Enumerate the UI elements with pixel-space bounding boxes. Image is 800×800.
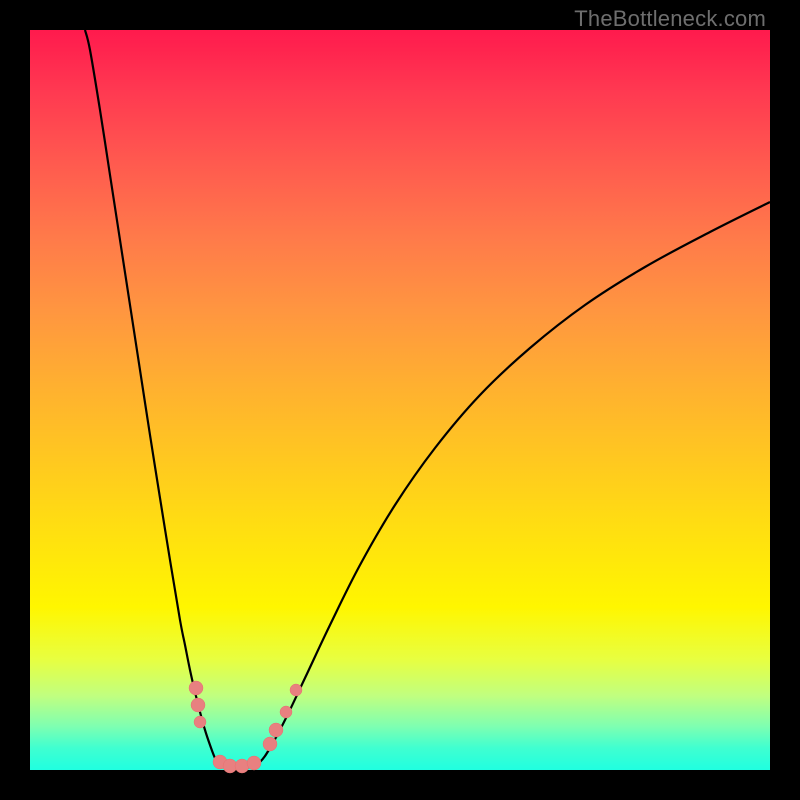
data-marker [191, 698, 205, 712]
curve-layer [30, 30, 770, 770]
chart-frame: TheBottleneck.com [0, 0, 800, 800]
data-marker [269, 723, 283, 737]
marker-group [189, 681, 302, 773]
data-marker [280, 706, 292, 718]
bottleneck-curve [85, 30, 770, 768]
data-marker [263, 737, 277, 751]
data-marker [290, 684, 302, 696]
data-marker [194, 716, 206, 728]
watermark-text: TheBottleneck.com [574, 6, 766, 32]
data-marker [247, 756, 261, 770]
data-marker [189, 681, 203, 695]
plot-area [30, 30, 770, 770]
data-marker [235, 759, 249, 773]
